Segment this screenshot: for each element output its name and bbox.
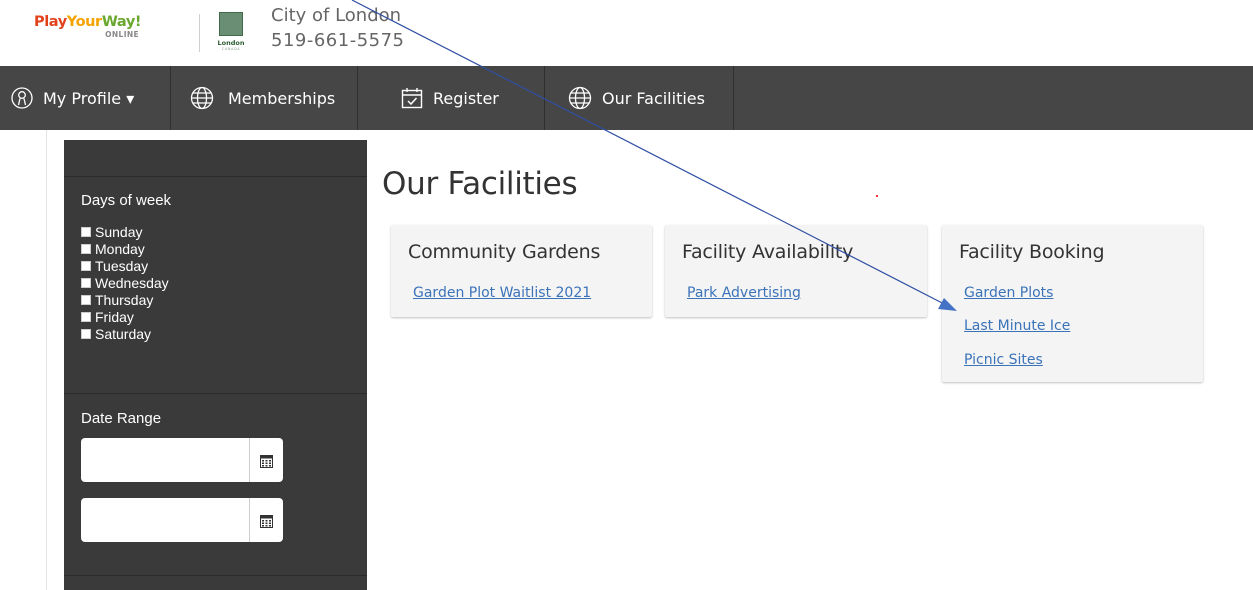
nav-label-my-profile: My Profile ▾ bbox=[43, 88, 135, 108]
checkbox-box[interactable] bbox=[81, 294, 91, 305]
card-facility-booking: Facility Booking Garden Plots Last Minut… bbox=[942, 225, 1203, 382]
site-header: PlayYourWay! ONLINE London CANADA City o… bbox=[0, 0, 1253, 66]
checkbox-box[interactable] bbox=[81, 243, 91, 254]
day-checkbox-monday[interactable]: Monday bbox=[81, 240, 169, 257]
days-of-week-title: Days of week bbox=[81, 192, 172, 209]
calendar-icon[interactable] bbox=[260, 513, 273, 532]
sidebar-divider bbox=[64, 575, 367, 576]
filter-sidebar: Days of week Sunday Monday Tuesday Wedne… bbox=[64, 140, 367, 590]
brand-online-label: ONLINE bbox=[105, 30, 140, 39]
day-checkbox-saturday[interactable]: Saturday bbox=[81, 325, 169, 342]
day-checkbox-wednesday[interactable]: Wednesday bbox=[81, 274, 169, 291]
link-garden-plots[interactable]: Garden Plots bbox=[964, 285, 1053, 301]
stray-dot bbox=[876, 195, 878, 197]
date-from-field[interactable] bbox=[81, 438, 283, 482]
globe-icon bbox=[190, 86, 214, 110]
user-circle-icon bbox=[11, 87, 33, 109]
calendar-icon[interactable] bbox=[260, 453, 273, 472]
sidebar-divider bbox=[64, 393, 367, 394]
globe-icon bbox=[568, 86, 592, 110]
day-checkbox-sunday[interactable]: Sunday bbox=[81, 223, 169, 240]
page-title: Our Facilities bbox=[382, 166, 578, 202]
card-facility-availability: Facility Availability Park Advertising bbox=[665, 225, 927, 317]
date-to-field[interactable] bbox=[81, 498, 283, 542]
link-park-advertising[interactable]: Park Advertising bbox=[687, 285, 801, 301]
header-divider bbox=[199, 14, 200, 52]
london-logo[interactable]: London CANADA bbox=[215, 12, 247, 52]
card-title: Facility Availability bbox=[682, 241, 854, 263]
sidebar-divider bbox=[64, 176, 367, 177]
nav-item-memberships[interactable]: Memberships bbox=[171, 66, 358, 130]
link-picnic-sites[interactable]: Picnic Sites bbox=[964, 352, 1043, 368]
sidebar-edge-line bbox=[46, 130, 47, 590]
nav-item-my-profile[interactable]: My Profile ▾ bbox=[0, 66, 171, 130]
nav-item-register[interactable]: Register bbox=[358, 66, 545, 130]
date-range-title: Date Range bbox=[81, 410, 162, 427]
city-phone: 519-661-5575 bbox=[271, 30, 405, 51]
day-checkbox-thursday[interactable]: Thursday bbox=[81, 291, 169, 308]
card-community-gardens: Community Gardens Garden Plot Waitlist 2… bbox=[391, 225, 652, 317]
tree-icon bbox=[219, 12, 243, 36]
checkbox-box[interactable] bbox=[81, 311, 91, 322]
brand-wordmark: PlayYourWay! bbox=[34, 14, 142, 30]
main-nav: My Profile ▾ Memberships Register Our Fa… bbox=[0, 66, 1253, 130]
nav-label-memberships: Memberships bbox=[228, 88, 336, 108]
card-title: Community Gardens bbox=[408, 241, 601, 263]
nav-label-register: Register bbox=[433, 88, 499, 108]
checkbox-box[interactable] bbox=[81, 226, 91, 237]
link-garden-plot-waitlist-2021[interactable]: Garden Plot Waitlist 2021 bbox=[413, 285, 591, 301]
card-title: Facility Booking bbox=[959, 241, 1105, 263]
checkbox-box[interactable] bbox=[81, 260, 91, 271]
days-of-week-list: Sunday Monday Tuesday Wednesday Thursday… bbox=[81, 223, 169, 342]
day-checkbox-friday[interactable]: Friday bbox=[81, 308, 169, 325]
link-last-minute-ice[interactable]: Last Minute Ice bbox=[964, 318, 1070, 334]
calendar-check-icon bbox=[401, 87, 423, 109]
checkbox-box[interactable] bbox=[81, 328, 91, 339]
nav-label-our-facilities: Our Facilities bbox=[602, 88, 705, 108]
checkbox-box[interactable] bbox=[81, 277, 91, 288]
nav-item-our-facilities[interactable]: Our Facilities bbox=[545, 66, 734, 130]
playyourway-logo[interactable]: PlayYourWay! ONLINE bbox=[34, 14, 141, 39]
city-name: City of London bbox=[271, 5, 402, 26]
day-checkbox-tuesday[interactable]: Tuesday bbox=[81, 257, 169, 274]
